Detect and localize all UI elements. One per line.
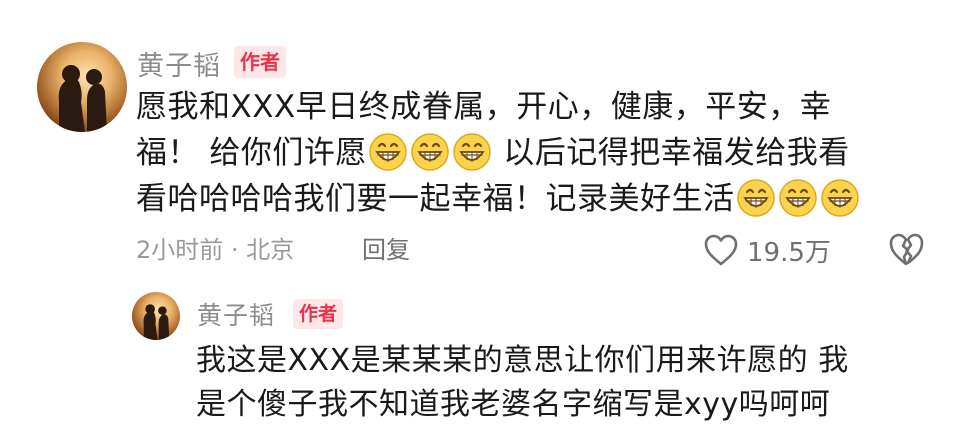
reply-author-name[interactable]: 黄子韬 — [197, 296, 275, 332]
emoji-group-2 — [735, 179, 861, 217]
reply-line-1: 我这是XXX是某某某的意思让你们用来许愿的 我 — [196, 343, 849, 378]
comment-line-2: 福！ 给你们许愿 以后记得把幸福发给我看 — [136, 130, 861, 176]
reply-author-avatar[interactable] — [132, 292, 180, 340]
avatar-silhouette-icon — [132, 292, 180, 340]
like-button[interactable]: 19.5万 — [703, 230, 831, 270]
comment-body: 愿我和XXX早日终成眷属，开心，健康，平安，幸 福！ 给你们许愿 以后记得把幸福… — [136, 84, 861, 222]
author-badge: 作者 — [234, 46, 286, 78]
like-count: 19.5万 — [747, 237, 831, 268]
comment-time-location: 2小时前 · 北京 — [136, 236, 295, 264]
comment-line-2-text-b: 以后记得把幸福发给我看 — [492, 135, 850, 171]
author-avatar[interactable] — [37, 42, 127, 132]
heart-outline-icon — [704, 234, 738, 266]
grinning-face-emoji — [453, 133, 491, 171]
reply-author-badge: 作者 — [293, 299, 344, 329]
grinning-face-emoji — [820, 179, 859, 217]
comment-author-name[interactable]: 黄子韬 — [137, 44, 221, 83]
grinning-face-emoji — [411, 133, 449, 171]
grinning-face-emoji — [369, 133, 407, 171]
reply-body: 我这是XXX是某某某的意思让你们用来许愿的 我 是个傻子我不知道我老婆名字缩写是… — [196, 339, 849, 427]
reply-line-2: 是个傻子我不知道我老婆名字缩写是xyy吗呵呵 — [196, 387, 831, 422]
broken-heart-icon[interactable] — [887, 230, 925, 268]
avatar-silhouette-icon — [37, 42, 127, 132]
comment-line-3-text: 看哈哈哈哈我们要一起幸福！记录美好生活 — [136, 181, 735, 217]
comment-line-1: 愿我和XXX早日终成眷属，开心，健康，平安，幸 — [136, 89, 832, 125]
emoji-group-1 — [367, 133, 493, 171]
reply-button[interactable]: 回复 — [362, 232, 410, 268]
comment-line-3: 看哈哈哈哈我们要一起幸福！记录美好生活 — [136, 176, 861, 222]
comment-line-2-text-a: 福！ 给你们许愿 — [136, 135, 367, 171]
grinning-face-emoji — [778, 179, 817, 217]
grinning-face-emoji — [736, 179, 775, 217]
